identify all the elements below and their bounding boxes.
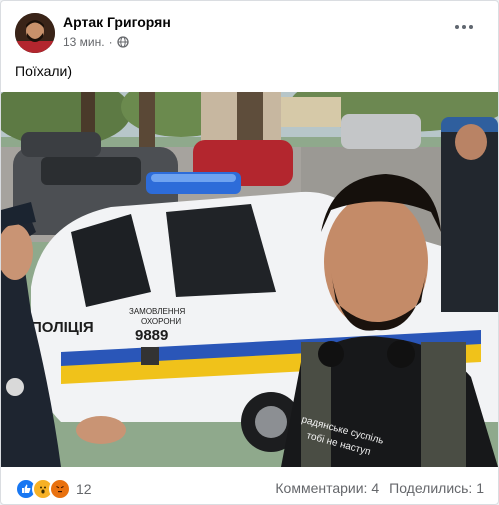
car-qr-code: [141, 347, 159, 365]
post-photo[interactable]: ПОЛІЦІЯ ЗАМОВЛЕННЯ ОХОРОНИ 9889 радянськ…: [1, 92, 498, 467]
comments-count[interactable]: Комментарии: 4: [275, 480, 379, 496]
author-avatar[interactable]: [15, 13, 55, 53]
car-police-text: ПОЛІЦІЯ: [31, 319, 94, 336]
reaction-count: 12: [76, 481, 92, 497]
post-card: Артак Григорян 13 мин. · Поїхали) ПОЛІЦІ…: [0, 0, 499, 505]
meta-separator: ·: [108, 35, 113, 49]
car-phone-text: 9889: [135, 327, 168, 344]
more-horizontal-icon[interactable]: [452, 17, 476, 37]
car-order-text-2: ОХОРОНИ: [141, 317, 181, 326]
avatar-photo: [15, 13, 55, 53]
post-stats: Комментарии: 4 Поделились: 1: [275, 480, 484, 496]
shares-count[interactable]: Поделились: 1: [389, 480, 484, 496]
post-meta: 13 мин. ·: [63, 35, 129, 49]
globe-icon[interactable]: [116, 36, 129, 48]
post-time[interactable]: 13 мин.: [63, 35, 105, 49]
angry-icon: [49, 478, 71, 500]
post-text: Поїхали): [15, 63, 73, 79]
car-order-text-1: ЗАМОВЛЕННЯ: [129, 307, 185, 316]
reactions-summary[interactable]: 12: [15, 478, 92, 500]
author-name[interactable]: Артак Григорян: [63, 14, 171, 30]
post-footer: 12 Комментарии: 4 Поделились: 1: [1, 467, 498, 504]
